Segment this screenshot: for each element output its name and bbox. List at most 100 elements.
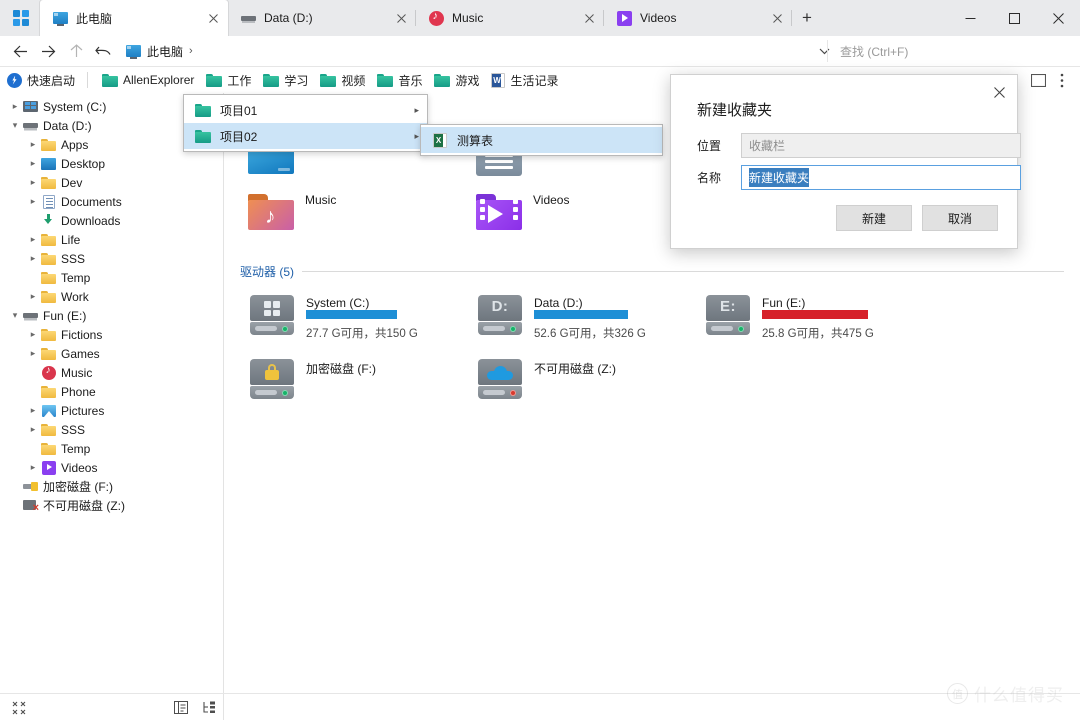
details-pane-icon[interactable]	[170, 698, 192, 717]
tab-music[interactable]: Music	[416, 0, 604, 36]
tree-item-phone[interactable]: Phone	[0, 382, 223, 401]
downloads-icon	[40, 211, 57, 230]
search-input[interactable]: 查找 (Ctrl+F)	[827, 40, 1062, 62]
name-field[interactable]: 新建收藏夹	[741, 165, 1021, 190]
more-options-icon[interactable]	[1050, 69, 1074, 91]
bookmark-allenexplorer[interactable]: AllenExplorer	[97, 70, 199, 90]
context-menu[interactable]: 项目01 ▸ 项目02 ▸	[183, 94, 428, 152]
app-menu-button[interactable]	[8, 6, 34, 30]
chevron-right-icon[interactable]: ▸	[26, 420, 40, 439]
bookmark-study[interactable]: 学习	[258, 70, 313, 90]
chevron-down-icon[interactable]: ▾	[8, 116, 22, 135]
back-arrow-icon[interactable]	[8, 39, 32, 63]
tree-item-videos[interactable]: ▸ Videos	[0, 458, 223, 477]
collapse-all-icon[interactable]	[8, 698, 30, 717]
up-arrow-icon[interactable]	[64, 39, 88, 63]
drive-tile-fun-e[interactable]: E: Fun (E:) 25.8 G可用，共475 G	[704, 291, 874, 341]
chevron-right-icon[interactable]: ▸	[26, 458, 40, 477]
chevron-down-icon[interactable]: ▾	[8, 306, 22, 325]
submenu-item-spreadsheet[interactable]: 测算表	[421, 127, 662, 153]
tree-item-downloads[interactable]: Downloads	[0, 211, 223, 230]
tab-videos[interactable]: Videos	[604, 0, 792, 36]
location-field[interactable]: 收藏栏	[741, 133, 1021, 158]
drives-group-header[interactable]: 驱动器 (5)	[240, 263, 1064, 280]
bookmark-life-record[interactable]: 生活记录	[486, 70, 563, 90]
drive-usage-text: 52.6 G可用，共326 G	[534, 325, 646, 341]
bookmark-games[interactable]: 游戏	[429, 70, 484, 90]
tree-item-fictions[interactable]: ▸ Fictions	[0, 325, 223, 344]
tree-item-games[interactable]: ▸ Games	[0, 344, 223, 363]
tree-item-encrypted-disk-f[interactable]: 加密磁盘 (F:)	[0, 477, 223, 496]
usb-key-icon	[22, 477, 39, 496]
menu-item-project-01[interactable]: 项目01 ▸	[184, 97, 427, 123]
bookmark-quick-launch[interactable]: 快速启动	[2, 70, 80, 90]
tree-item-desktop[interactable]: ▸ Desktop	[0, 154, 223, 173]
close-icon[interactable]	[1036, 0, 1080, 36]
menu-item-project-02[interactable]: 项目02 ▸	[184, 123, 427, 149]
chevron-right-icon[interactable]: ▸	[26, 230, 40, 249]
tab-close-icon[interactable]	[204, 9, 222, 27]
chevron-right-icon[interactable]: ▸	[26, 287, 40, 306]
chevron-right-icon[interactable]: ▸	[26, 173, 40, 192]
file-tile-label: Videos	[533, 193, 569, 207]
chevron-right-icon[interactable]: ▸	[26, 192, 40, 211]
windows-drive-icon	[248, 291, 296, 339]
chevron-right-icon[interactable]: ▸	[8, 97, 22, 116]
chevron-right-icon[interactable]: ▸	[26, 401, 40, 420]
new-tab-button[interactable]: +	[792, 0, 822, 36]
tab-data-d[interactable]: Data (D:)	[228, 0, 416, 36]
new-bookmark-folder-dialog[interactable]: 新建收藏夹 位置 收藏栏 名称 新建收藏夹 新建 取消	[670, 74, 1018, 249]
close-icon[interactable]	[985, 79, 1013, 105]
chevron-right-icon[interactable]: ▸	[26, 344, 40, 363]
drive-letter-icon: D:	[476, 291, 524, 339]
context-submenu[interactable]: 测算表	[420, 124, 663, 156]
breadcrumb-item[interactable]: 此电脑	[147, 43, 183, 60]
tree-item-music[interactable]: Music	[0, 363, 223, 382]
file-tile-videos[interactable]: Videos	[475, 188, 569, 236]
tab-label: Music	[452, 11, 580, 25]
tree-item-temp-d[interactable]: Temp	[0, 268, 223, 287]
forward-arrow-icon[interactable]	[36, 39, 60, 63]
bookmark-divider	[87, 72, 88, 88]
bookmark-music[interactable]: 音乐	[372, 70, 427, 90]
tree-item-pictures[interactable]: ▸ Pictures	[0, 401, 223, 420]
tab-this-pc[interactable]: 此电脑	[40, 0, 228, 36]
tree-item-dev[interactable]: ▸ Dev	[0, 173, 223, 192]
tree-item-fun-e[interactable]: ▾ Fun (E:)	[0, 306, 223, 325]
tree-item-work[interactable]: ▸ Work	[0, 287, 223, 306]
tree-item-sss-e[interactable]: ▸ SSS	[0, 420, 223, 439]
maximize-icon[interactable]	[992, 0, 1036, 36]
tree-item-life[interactable]: ▸ Life	[0, 230, 223, 249]
search-placeholder: 查找 (Ctrl+F)	[840, 43, 908, 60]
chevron-right-icon[interactable]: ▸	[26, 154, 40, 173]
drive-tile-system-c[interactable]: System (C:) 27.7 G可用，共150 G	[248, 291, 418, 341]
minimize-icon[interactable]	[948, 0, 992, 36]
music-icon	[40, 363, 57, 382]
drive-tile-unavailable-z[interactable]: 不可用磁盘 (Z:)	[476, 355, 616, 403]
cancel-button[interactable]: 取消	[922, 205, 998, 231]
undo-icon[interactable]	[91, 39, 115, 63]
create-button[interactable]: 新建	[836, 205, 912, 231]
tab-close-icon[interactable]	[392, 9, 410, 27]
video-folder-icon	[475, 188, 523, 236]
tab-close-icon[interactable]	[580, 9, 598, 27]
panel-toggle-icon[interactable]	[1026, 69, 1050, 91]
file-tile-music[interactable]: ♪ Music	[247, 188, 336, 236]
tree-item-label: Pictures	[61, 404, 104, 418]
file-tile-label: Music	[305, 193, 336, 207]
drive-tile-data-d[interactable]: D: Data (D:) 52.6 G可用，共326 G	[476, 291, 646, 341]
navigation-sidebar[interactable]: ▸ System (C:) ▾ Data (D:) ▸ Apps ▸	[0, 93, 224, 693]
chevron-right-icon[interactable]: ▸	[26, 135, 40, 154]
tree-item-unavailable-disk-z[interactable]: 不可用磁盘 (Z:)	[0, 496, 223, 515]
tab-close-icon[interactable]	[768, 9, 786, 27]
bookmark-video[interactable]: 视频	[315, 70, 370, 90]
tree-item-documents[interactable]: ▸ Documents	[0, 192, 223, 211]
chevron-right-icon[interactable]: ▸	[26, 249, 40, 268]
tree-item-sss-d[interactable]: ▸ SSS	[0, 249, 223, 268]
bookmark-work[interactable]: 工作	[201, 70, 256, 90]
breadcrumb[interactable]: 此电脑 ›	[118, 40, 820, 62]
drive-tile-encrypted-f[interactable]: 加密磁盘 (F:)	[248, 355, 376, 403]
tree-view-icon[interactable]	[198, 698, 220, 717]
chevron-right-icon[interactable]: ▸	[26, 325, 40, 344]
tree-item-temp-e[interactable]: Temp	[0, 439, 223, 458]
